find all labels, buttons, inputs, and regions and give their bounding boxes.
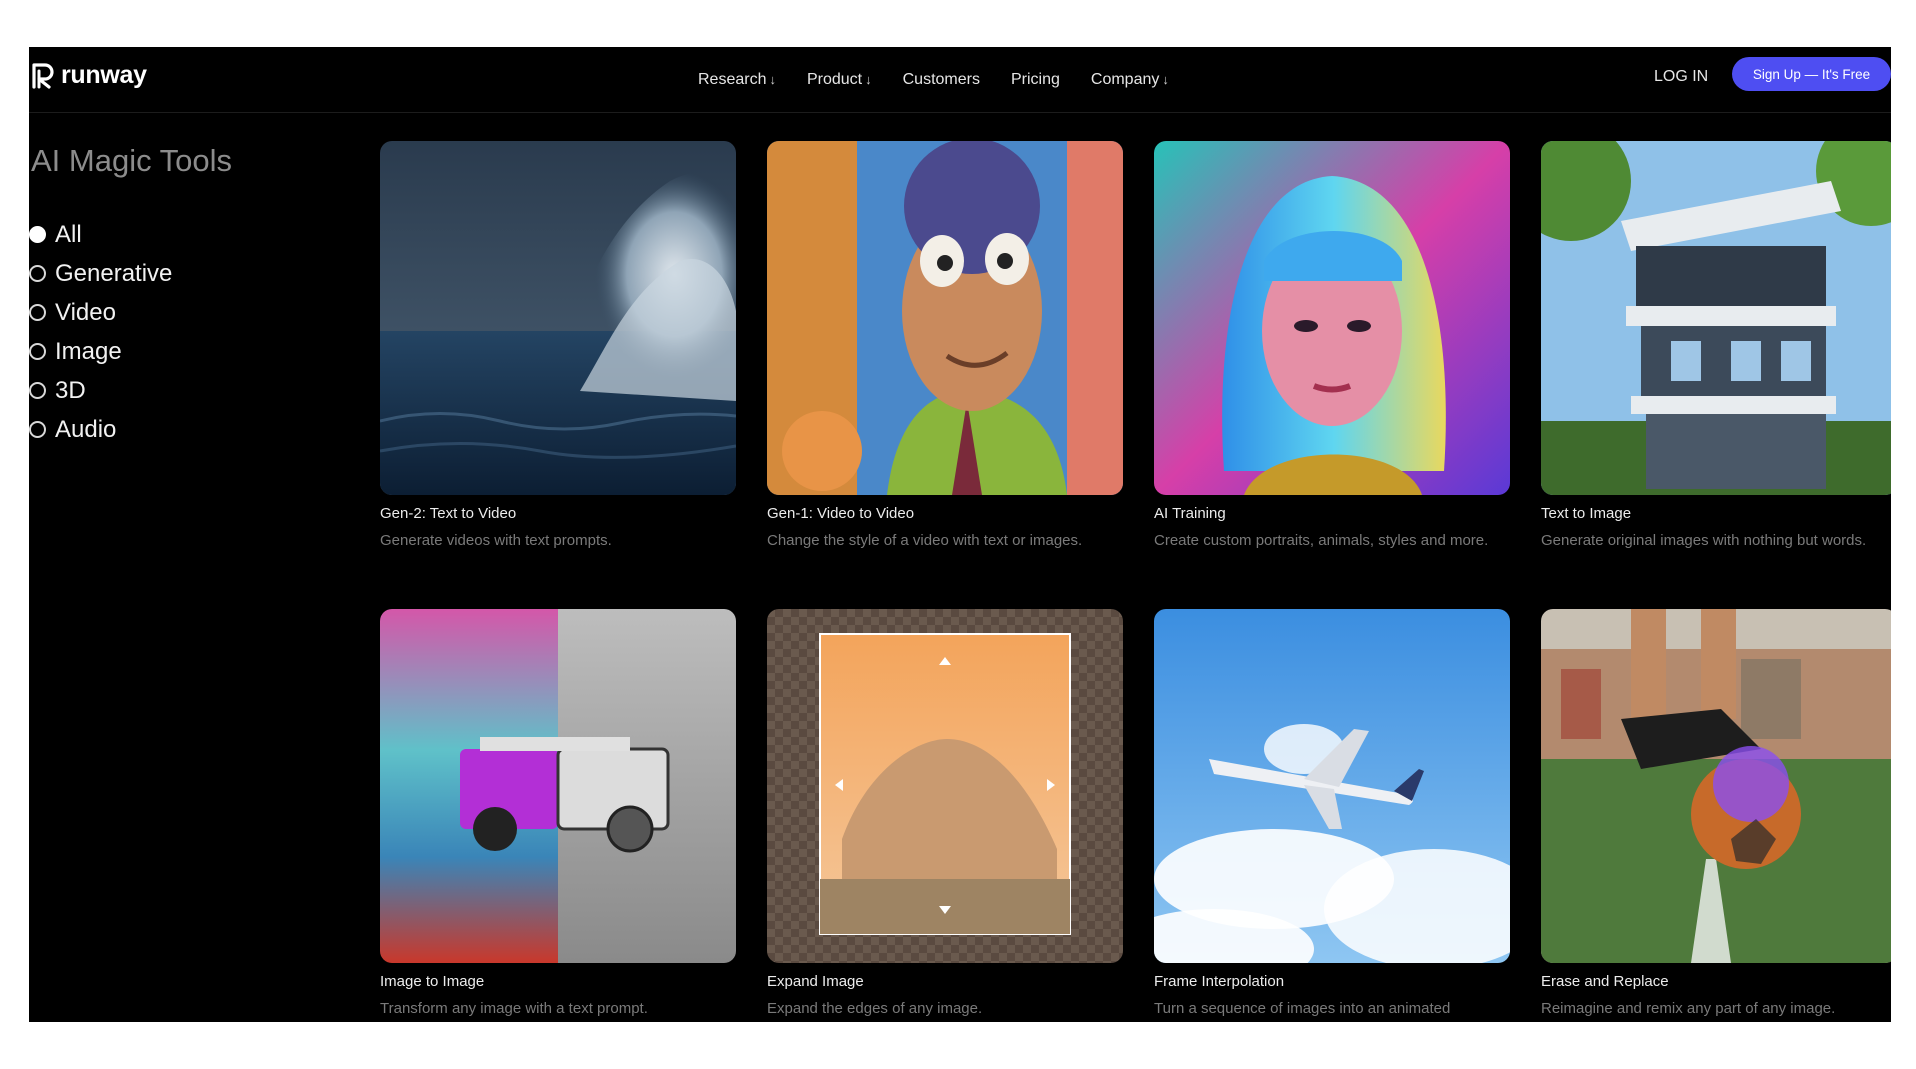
tool-description: Expand the edges of any image.: [767, 1000, 983, 1017]
tool-card-gen1[interactable]: Gen-1: Video to Video Change the style o…: [767, 141, 1123, 553]
tool-description: Generate original images with nothing bu…: [1541, 532, 1867, 549]
tool-title: Frame Interpolation: [1154, 973, 1285, 990]
filter-generative[interactable]: Generative: [29, 254, 172, 293]
tool-card-frame-interpolation[interactable]: Frame Interpolation Turn a sequence of i…: [1154, 609, 1510, 1021]
radio-icon[interactable]: [29, 421, 46, 438]
filter-3d[interactable]: 3D: [29, 371, 172, 410]
tool-description: Turn a sequence of images into an animat…: [1154, 1000, 1451, 1017]
tool-description: Create custom portraits, animals, styles…: [1154, 532, 1489, 549]
filter-label: Video: [55, 298, 116, 326]
filter-video[interactable]: Video: [29, 293, 172, 332]
signup-button[interactable]: Sign Up — It's Free: [1732, 57, 1891, 91]
tool-card-image-to-image[interactable]: Image to Image Transform any image with …: [380, 609, 736, 1021]
filter-image[interactable]: Image: [29, 332, 172, 371]
nav-pricing[interactable]: Pricing: [1011, 71, 1060, 89]
tool-description: Transform any image with a text prompt.: [380, 1000, 648, 1017]
brand-logo[interactable]: runway: [31, 61, 147, 90]
tool-description: Reimagine and remix any part of any imag…: [1541, 1000, 1836, 1017]
radio-icon[interactable]: [29, 265, 46, 282]
radio-icon[interactable]: [29, 343, 46, 360]
nav-customers-label: Customers: [902, 70, 980, 88]
login-link[interactable]: LOG IN: [1654, 68, 1708, 86]
desert-rock-image: [767, 609, 1123, 963]
filter-label: Generative: [55, 259, 173, 287]
arrow-down-icon: ↓: [1162, 72, 1169, 87]
neon-portrait-image: [1154, 141, 1510, 495]
category-filter-list: All Generative Video Image 3D Audio: [29, 215, 172, 449]
clay-character-image: [767, 141, 1123, 495]
radio-icon[interactable]: [29, 304, 46, 321]
top-navbar: runway Research ↓ Product ↓ Customers Pr…: [29, 47, 1891, 113]
tool-title: Image to Image: [380, 973, 485, 990]
tool-card-expand-image[interactable]: Expand Image Expand the edges of any ima…: [767, 609, 1123, 1021]
tool-title: AI Training: [1154, 505, 1226, 522]
nav-company[interactable]: Company ↓: [1091, 71, 1169, 89]
nav-research-label: Research: [698, 70, 767, 88]
tool-title: Erase and Replace: [1541, 973, 1669, 990]
sidebar-title: AI Magic Tools: [31, 143, 233, 178]
tool-title: Text to Image: [1541, 505, 1632, 522]
nav-research[interactable]: Research ↓: [698, 71, 776, 89]
filter-all[interactable]: All: [29, 215, 172, 254]
painted-jeep-image: [380, 609, 736, 963]
brand-name: runway: [61, 61, 147, 89]
radio-selected-icon[interactable]: [29, 226, 46, 243]
arrow-down-icon: ↓: [769, 72, 776, 87]
airplane-sky-image: [1154, 609, 1510, 963]
ocean-wave-image: [380, 141, 736, 495]
filter-label: Audio: [55, 415, 117, 443]
main-nav: Research ↓ Product ↓ Customers Pricing C…: [698, 47, 1200, 112]
nav-customers[interactable]: Customers: [903, 71, 980, 89]
tool-description: Generate videos with text prompts.: [380, 532, 612, 549]
filter-audio[interactable]: Audio: [29, 410, 172, 449]
nav-company-label: Company: [1090, 70, 1160, 88]
tool-title: Expand Image: [767, 973, 864, 990]
filter-label: Image: [55, 337, 122, 365]
tool-title: Gen-1: Video to Video: [767, 505, 915, 522]
tool-title: Gen-2: Text to Video: [380, 505, 517, 522]
radio-icon[interactable]: [29, 382, 46, 399]
tool-description: Change the style of a video with text or…: [767, 532, 1083, 549]
arrow-down-icon: ↓: [865, 72, 872, 87]
modern-house-image: [1541, 141, 1891, 495]
soccer-ball-image: [1541, 609, 1891, 963]
filter-label: All: [55, 220, 82, 248]
nav-pricing-label: Pricing: [1010, 70, 1060, 88]
runway-logo-icon: [32, 62, 54, 89]
tool-card-ai-training[interactable]: AI Training Create custom portraits, ani…: [1154, 141, 1510, 553]
filter-label: 3D: [55, 376, 86, 404]
tool-card-gen2[interactable]: Gen-2: Text to Video Generate videos wit…: [380, 141, 736, 553]
tool-card-erase-replace[interactable]: Erase and Replace Reimagine and remix an…: [1541, 609, 1891, 1021]
tool-card-text-to-image[interactable]: Text to Image Generate original images w…: [1541, 141, 1891, 553]
page-frame: runway Research ↓ Product ↓ Customers Pr…: [29, 47, 1891, 1022]
nav-product-label: Product: [806, 70, 863, 88]
nav-product[interactable]: Product ↓: [807, 71, 872, 89]
